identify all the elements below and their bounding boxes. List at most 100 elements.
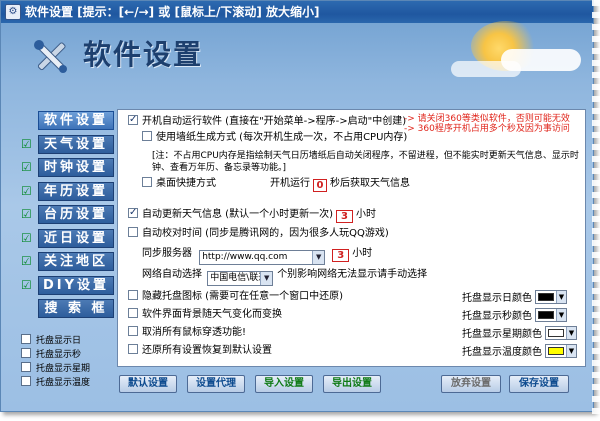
check-icon: ☑ [21,230,32,245]
network-label: 网络自动选择 [142,269,202,280]
tray-option-label: 托盘显示日 [36,336,82,346]
nav-item-label[interactable]: DIY设置 [38,275,114,295]
nav-item-label[interactable]: 近日设置 [38,228,114,248]
color-swatch [548,329,564,337]
title-bar[interactable]: ⚙ 软件设置 [提示：[←/→] 或 [鼠标上/下滚动] 放大缩小] [1,1,593,23]
sync-hours-input[interactable]: 3 [332,249,350,262]
auto-update-option[interactable]: 自动更新天气信息 (默认一个小时更新一次)3小时 [128,206,376,223]
tray-week-color-label: 托盘显示星期颜色 [462,329,542,340]
tray-temp-color-label: 托盘显示温度颜色 [462,347,542,358]
boot-run-label: 开机运行 [270,178,310,189]
save-settings-button[interactable]: 保存设置 [509,375,569,393]
chevron-down-icon[interactable]: ▼ [312,251,325,264]
desktop-shortcut-option[interactable]: 桌面快捷方式 [142,177,216,190]
wallpaper-checkbox[interactable] [142,131,152,141]
tray-option-label: 托盘显示秒 [36,350,82,360]
nav-item-0[interactable]: 软件设置 [21,111,117,130]
nav-item-5[interactable]: ☑ 近日设置 [21,228,117,248]
ui-bg-checkbox[interactable] [128,308,138,318]
check-icon [21,114,33,126]
nav-item-6[interactable]: ☑ 关注地区 [21,252,117,271]
restore-checkbox[interactable] [128,344,138,354]
settings-window: ⚙ 软件设置 [提示：[←/→] 或 [鼠标上/下滚动] 放大缩小] 软件设置 … [0,0,594,412]
disable-click-option[interactable]: 取消所有鼠标穿透功能! [128,326,246,339]
autostart-warning-2: -> 360程序开机占用多个秒及因为事访问 [404,124,570,134]
note-text: [注：不占用CPU内存是指绘制天气日历墙纸后自动关闭程序，不留进程，但不能实时更… [152,151,579,173]
chevron-down-icon[interactable]: ▼ [566,345,576,357]
header-title: 软件设置 [83,38,204,71]
tray-day-color-row: 托盘显示日颜色 ▼ [462,290,567,305]
nav-item-label[interactable]: 时钟设置 [38,158,114,177]
import-settings-button[interactable]: 导入设置 [255,375,313,393]
checkbox[interactable] [21,348,31,358]
desktop-shortcut-checkbox[interactable] [142,177,152,187]
nav-item-label[interactable]: 软件设置 [38,111,114,130]
window-title: 软件设置 [提示：[←/→] 或 [鼠标上/下滚动] 放大缩小] [25,5,320,19]
ui-bg-option[interactable]: 软件界面背景随天气变化而变换 [128,308,282,321]
tray-option-label: 托盘显示星期 [36,364,91,374]
export-settings-button[interactable]: 导出设置 [323,375,381,393]
boot-seconds-input[interactable]: 0 [313,179,327,192]
nav-item-label[interactable]: 搜 索 框 [38,299,114,318]
check-icon: ☑ [21,183,32,198]
auto-sync-checkbox[interactable] [128,227,138,237]
checkbox[interactable] [21,334,31,344]
hide-tray-option[interactable]: 隐藏托盘图标 (需要可在任意一个窗口中还原) [128,290,343,303]
network-hint: 个别影响网络无法显示请手动选择 [277,269,428,280]
autostart-checkbox[interactable] [128,113,138,126]
tray-temp-color-picker[interactable]: ▼ [545,344,577,358]
default-settings-button[interactable]: 默认设置 [119,375,177,393]
boot-suffix-label: 秒后获取天气信息 [330,178,410,189]
nav-item-label[interactable]: 台历设置 [38,205,114,224]
checkbox[interactable] [21,362,31,372]
hide-tray-checkbox[interactable] [128,290,138,300]
tray-sec-color-label: 托盘显示秒颜色 [462,311,532,322]
settings-panel: 开机自动运行软件 (直接在"开始菜单->程序->启动"中创建) -> 请关闭36… [117,109,586,367]
nav-item-3[interactable]: ☑ 年历设置 [21,181,117,201]
color-swatch [538,293,554,301]
sync-server-label: 同步服务器 [142,248,192,259]
wallpaper-option[interactable]: 使用墙纸生成方式 (每次开机生成一次，不占用CPU内存) [142,131,407,144]
nav-item-7[interactable]: ☑ DIY设置 [21,275,117,295]
check-icon: ☑ [21,207,32,221]
discard-settings-button[interactable]: 放弃设置 [441,375,501,393]
tray-option-label: 托盘显示温度 [36,378,91,388]
disable-click-checkbox[interactable] [128,326,138,336]
nav-item-4[interactable]: ☑ 台历设置 [21,205,117,224]
tray-day-color-picker[interactable]: ▼ [535,290,567,304]
tools-icon [34,40,67,73]
app-icon: ⚙ [5,4,21,20]
proxy-settings-button[interactable]: 设置代理 [187,375,245,393]
chevron-down-icon[interactable]: ▼ [260,272,273,285]
nav-item-2[interactable]: ☑ 时钟设置 [21,158,117,177]
check-icon: ☑ [21,136,32,151]
auto-update-checkbox[interactable] [128,206,138,219]
check-icon: ☑ [21,254,32,268]
tray-week-color-picker[interactable]: ▼ [545,326,577,340]
nav-item-label[interactable]: 年历设置 [38,181,114,201]
auto-sync-option[interactable]: 自动校对时间 (同步是腾讯网的，因为很多人玩QQ游戏) [128,227,389,240]
network-select[interactable]: 中国电信\联通 ▼ [207,271,274,286]
boot-delay-row: 开机运行 0 秒后获取天气信息 [270,177,410,192]
checkbox[interactable] [21,376,31,386]
sync-server-select[interactable]: http://www.qq.com ▼ [199,250,326,265]
color-swatch [538,311,554,319]
tray-sec-color-row: 托盘显示秒颜色 ▼ [462,308,567,323]
tray-day-color-label: 托盘显示日颜色 [462,293,532,304]
check-icon: ☑ [21,160,32,174]
autostart-option[interactable]: 开机自动运行软件 (直接在"开始菜单->程序->启动"中创建) [128,113,406,128]
cloud-decoration [451,61,521,77]
nav-item-8[interactable]: 搜 索 框 [21,299,117,318]
auto-update-hours-input[interactable]: 3 [335,210,353,223]
tray-sec-color-picker[interactable]: ▼ [535,308,567,322]
wallpaper-label: 使用墙纸生成方式 (每次开机生成一次，不占用CPU内存) [156,132,408,143]
nav-item-1[interactable]: ☑ 天气设置 [21,134,117,154]
nav-item-label[interactable]: 关注地区 [38,252,114,271]
nav-item-label[interactable]: 天气设置 [38,134,114,154]
torn-edge [592,0,600,421]
chevron-down-icon[interactable]: ▼ [556,291,566,303]
auto-sync-label: 自动校对时间 (同步是腾讯网的，因为很多人玩QQ游戏) [142,228,389,239]
chevron-down-icon[interactable]: ▼ [556,309,566,321]
chevron-down-icon[interactable]: ▼ [566,327,576,339]
restore-option[interactable]: 还原所有设置恢复到默认设置 [128,344,272,357]
